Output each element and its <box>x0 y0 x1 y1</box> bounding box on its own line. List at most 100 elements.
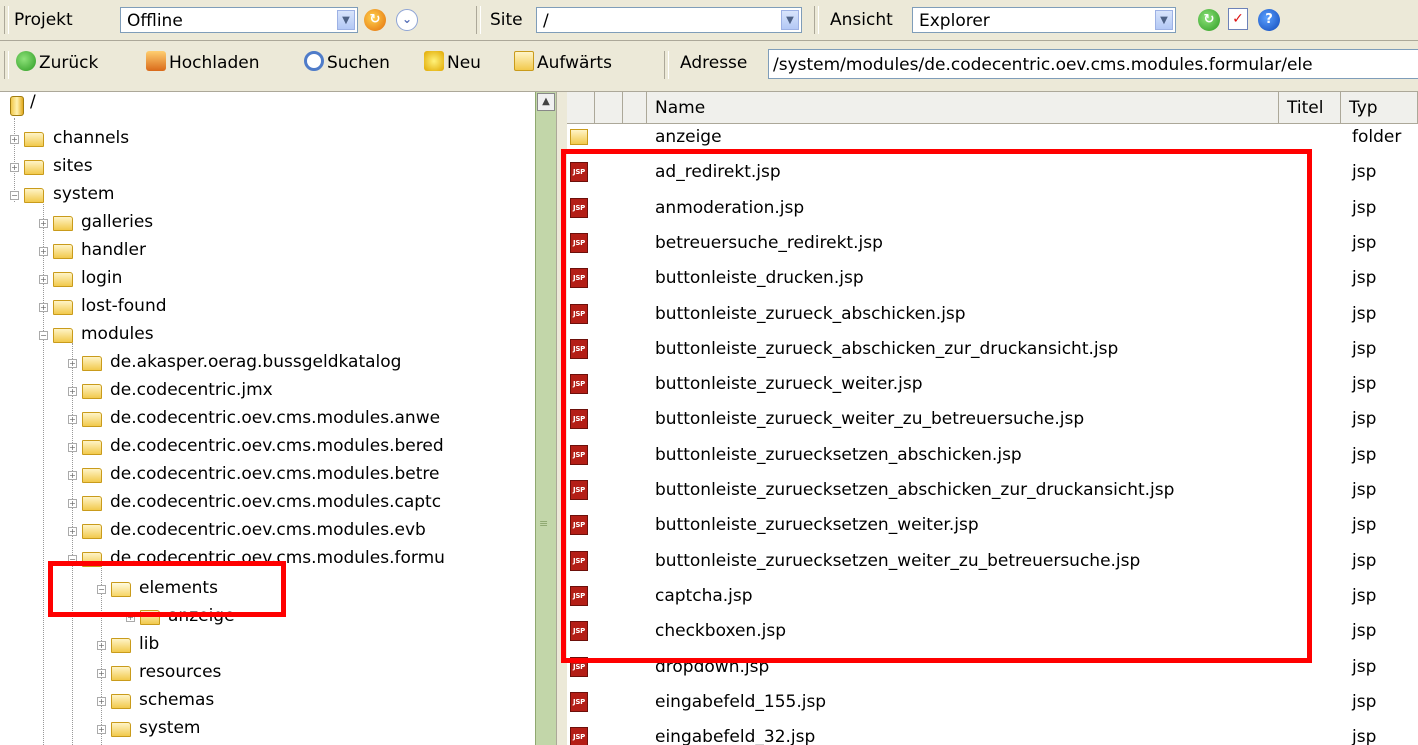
file-row[interactable]: JSP checkboxen.jsp jsp <box>567 615 1418 650</box>
file-row[interactable]: JSP buttonleiste_drucken.jsp jsp <box>567 262 1418 297</box>
chevron-down-icon[interactable]: ▼ <box>337 10 355 30</box>
toolbar-grip <box>476 6 481 34</box>
ansicht-select[interactable]: Explorer ▼ <box>912 7 1176 33</box>
file-row[interactable]: JSP buttonleiste_zuruecksetzen_abschicken… <box>567 439 1418 474</box>
collapse-icon[interactable]: − <box>39 331 48 340</box>
expand-icon[interactable]: + <box>10 163 19 172</box>
address-value: /system/modules/de.codecentric.oev.cms.m… <box>773 55 1313 75</box>
file-name: buttonleiste_zuruecksetzen_abschicken.js… <box>655 444 1022 465</box>
file-type: jsp <box>1352 409 1377 430</box>
column-header-state[interactable] <box>595 92 623 124</box>
file-row[interactable]: JSP buttonleiste_zurueck_abschicken_zur_d… <box>567 333 1418 368</box>
expand-icon[interactable]: + <box>68 471 77 480</box>
file-row[interactable]: JSP buttonleiste_zuruecksetzen_weiter_zu_… <box>567 545 1418 580</box>
expand-circle-icon[interactable]: ⌄ <box>396 9 418 31</box>
collapse-icon[interactable]: − <box>68 555 77 564</box>
file-type: jsp <box>1352 585 1377 606</box>
file-row[interactable]: anzeige folder <box>567 121 1418 156</box>
expand-icon[interactable]: + <box>68 415 77 424</box>
up-label: Aufwärts <box>537 53 612 73</box>
chevron-down-icon[interactable]: ▼ <box>781 10 799 30</box>
expand-icon[interactable]: + <box>97 641 106 650</box>
tree-node-label: anzeige <box>168 606 235 626</box>
collapse-icon[interactable]: − <box>97 585 106 594</box>
file-row[interactable]: JSP buttonleiste_zurueck_weiter_zu_betreu… <box>567 403 1418 438</box>
tree-node-label: sites <box>53 156 93 176</box>
collapse-icon[interactable]: − <box>10 191 19 200</box>
file-row[interactable]: JSP eingabefeld_155.jsp jsp <box>567 686 1418 721</box>
expand-icon[interactable]: + <box>10 135 19 144</box>
file-row[interactable]: JSP buttonleiste_zurueck_abschicken.jsp js… <box>567 298 1418 333</box>
tree-node-label: login <box>81 268 123 288</box>
file-row[interactable]: JSP ad_redirekt.jsp jsp <box>567 156 1418 191</box>
file-row[interactable]: JSP eingabefeld_32.jsp jsp <box>567 721 1418 745</box>
publish-icon[interactable]: ↻ <box>1198 9 1220 31</box>
expand-icon[interactable]: + <box>68 387 77 396</box>
tree-node-label: de.akasper.oerag.bussgeldkatalog <box>110 352 402 372</box>
expand-icon[interactable]: + <box>68 499 77 508</box>
file-row[interactable]: JSP dropdown.jsp jsp <box>567 651 1418 686</box>
upload-button[interactable]: Hochladen <box>146 51 259 75</box>
file-name: buttonleiste_zuruecksetzen_weiter.jsp <box>655 515 979 536</box>
folder-icon <box>53 272 73 287</box>
folder-open-icon <box>53 328 73 343</box>
file-row[interactable]: JSP buttonleiste_zuruecksetzen_weiter.jsp… <box>567 509 1418 544</box>
help-icon[interactable]: ? <box>1258 9 1280 31</box>
column-header-name[interactable]: Name <box>647 92 1279 124</box>
upload-icon <box>146 51 166 71</box>
column-header-typ-label: Typ <box>1349 98 1378 118</box>
projekt-select[interactable]: Offline ▼ <box>120 7 358 33</box>
chevron-down-icon[interactable]: ▼ <box>1155 10 1173 30</box>
tree-node-label: modules <box>81 324 154 344</box>
expand-icon[interactable]: + <box>97 725 106 734</box>
site-select[interactable]: / ▼ <box>536 7 802 33</box>
column-header-icon[interactable] <box>567 92 595 124</box>
expand-icon[interactable]: + <box>68 359 77 368</box>
file-name: buttonleiste_zurueck_weiter.jsp <box>655 374 923 395</box>
file-row[interactable]: JSP buttonleiste_zuruecksetzen_abschicken… <box>567 474 1418 509</box>
tree-scrollbar[interactable]: ▲ ≡ <box>535 92 556 745</box>
column-header-typ[interactable]: Typ <box>1341 92 1418 124</box>
jsp-file-icon: JSP <box>570 232 588 253</box>
column-header-lock[interactable] <box>623 92 647 124</box>
expand-icon[interactable]: + <box>39 303 48 312</box>
expand-icon[interactable]: + <box>126 613 135 622</box>
checklist-icon[interactable]: ✓ <box>1228 8 1248 30</box>
scroll-grip-icon[interactable]: ≡ <box>539 518 551 534</box>
file-row[interactable]: JSP betreuersuche_redirekt.jsp jsp <box>567 227 1418 262</box>
file-row[interactable]: JSP captcha.jsp jsp <box>567 580 1418 615</box>
expand-icon[interactable]: + <box>97 669 106 678</box>
folder-icon <box>111 638 131 653</box>
expand-icon[interactable]: + <box>39 247 48 256</box>
file-name: ad_redirekt.jsp <box>655 162 781 183</box>
expand-icon[interactable]: + <box>68 443 77 452</box>
jsp-file-icon: JSP <box>570 515 588 536</box>
tree-node-label: handler <box>81 240 146 260</box>
expand-icon[interactable]: + <box>39 219 48 228</box>
scroll-up-icon[interactable]: ▲ <box>537 93 555 111</box>
file-name: buttonleiste_zurueck_weiter_zu_betreuers… <box>655 409 1085 430</box>
address-field[interactable]: /system/modules/de.codecentric.oev.cms.m… <box>768 49 1418 79</box>
projekt-label: Projekt <box>14 10 73 30</box>
back-button[interactable]: Zurück <box>16 51 98 75</box>
file-row[interactable]: JSP anmoderation.jsp jsp <box>567 192 1418 227</box>
column-header-titel[interactable]: Titel <box>1279 92 1341 124</box>
folder-up-icon <box>514 51 534 71</box>
jsp-file-icon: JSP <box>570 621 588 642</box>
file-type: jsp <box>1352 550 1377 571</box>
navigation-toolbar: Zurück Hochladen Suchen Neu Aufwärts Adr… <box>0 41 1418 92</box>
refresh-icon[interactable]: ↻ <box>364 9 386 31</box>
search-button[interactable]: Suchen <box>304 51 390 75</box>
database-icon <box>10 96 24 116</box>
folder-open-icon <box>111 582 131 597</box>
tree-guide <box>72 343 73 745</box>
expand-icon[interactable]: + <box>39 275 48 284</box>
jsp-file-icon: JSP <box>570 303 588 324</box>
new-button[interactable]: Neu <box>424 51 481 75</box>
search-label: Suchen <box>327 53 390 73</box>
expand-icon[interactable]: + <box>97 697 106 706</box>
expand-icon[interactable]: + <box>68 527 77 536</box>
file-row[interactable]: JSP buttonleiste_zurueck_weiter.jsp jsp <box>567 368 1418 403</box>
up-button[interactable]: Aufwärts <box>514 51 612 75</box>
tree-node-label: system <box>53 184 115 204</box>
